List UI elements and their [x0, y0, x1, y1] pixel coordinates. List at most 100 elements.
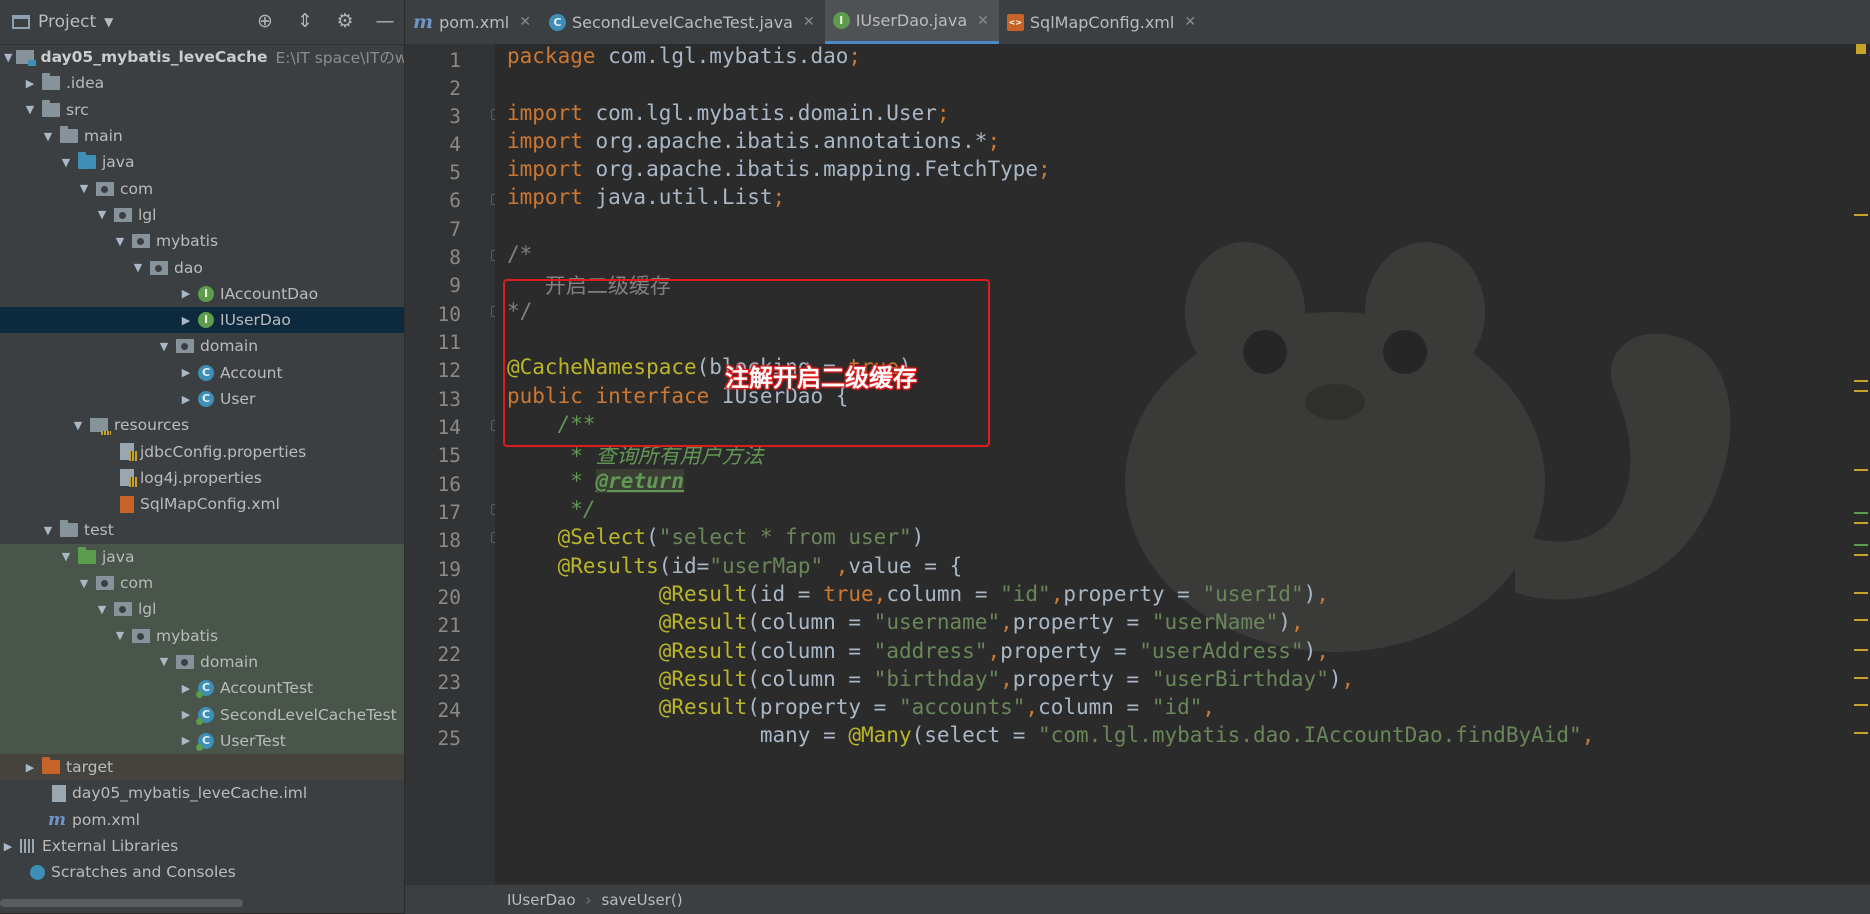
- warning-mark[interactable]: [1854, 732, 1868, 734]
- tree-item-scratches[interactable]: Scratches and Consoles: [0, 859, 404, 885]
- line-number: 21: [437, 614, 461, 637]
- tree-item-usertest[interactable]: ▶ C UserTest: [0, 727, 404, 755]
- tree-item-target[interactable]: ▶ target: [0, 754, 404, 781]
- properties-file-icon: [120, 443, 137, 462]
- tree-item-java-test[interactable]: ▼ java: [0, 543, 404, 570]
- tree-item-sqlmapconfig[interactable]: SqlMapConfig.xml: [0, 491, 404, 517]
- expand-arrow-icon[interactable]: ▼: [112, 235, 128, 248]
- expand-arrow-icon[interactable]: ▼: [40, 524, 56, 537]
- close-icon[interactable]: ✕: [519, 14, 531, 30]
- tree-item-account[interactable]: ▶ C Account: [0, 360, 404, 386]
- inspection-status-icon[interactable]: [1856, 44, 1866, 54]
- collapsed-arrow-icon[interactable]: ▶: [178, 393, 194, 406]
- module-path: E:\IT space\ITのword: [275, 49, 405, 68]
- warning-mark[interactable]: [1854, 469, 1868, 471]
- expand-arrow-icon[interactable]: ▼: [58, 156, 74, 169]
- code-editor[interactable]: package com.lgl.mybatis.dao; import com.…: [495, 44, 1855, 884]
- tree-item-jdbcconfig[interactable]: jdbcConfig.properties: [0, 438, 404, 464]
- collapse-all-icon[interactable]: ⇕: [294, 10, 316, 32]
- close-icon[interactable]: ✕: [803, 14, 815, 30]
- line-number: 23: [437, 671, 461, 694]
- expand-arrow-icon[interactable]: ▼: [4, 51, 12, 64]
- breadcrumb-item-saveuser[interactable]: saveUser(): [602, 891, 683, 909]
- tree-item-user[interactable]: ▶ C User: [0, 386, 404, 412]
- error-stripe[interactable]: [1852, 44, 1870, 884]
- tree-item-domain[interactable]: ▼ domain: [0, 333, 404, 359]
- expand-arrow-icon[interactable]: ▼: [112, 629, 128, 642]
- tree-item-src[interactable]: ▼ src: [0, 97, 404, 123]
- warning-mark[interactable]: [1854, 380, 1868, 382]
- expand-arrow-icon[interactable]: ▼: [40, 130, 56, 143]
- collapsed-arrow-icon[interactable]: ▶: [178, 314, 194, 327]
- code-line: @Result(property = "accounts",column = "…: [658, 695, 1216, 719]
- tree-item-external-libraries[interactable]: ▶ External Libraries: [0, 833, 404, 859]
- minimize-icon[interactable]: —: [374, 10, 396, 32]
- tree-item-log4j[interactable]: log4j.properties: [0, 465, 404, 491]
- expand-arrow-icon[interactable]: ▼: [94, 208, 110, 221]
- tab-iuserdao[interactable]: I IUserDao.java ✕: [824, 0, 999, 44]
- horizontal-scrollbar[interactable]: [0, 899, 243, 907]
- warning-mark[interactable]: [1854, 554, 1868, 556]
- collapsed-arrow-icon[interactable]: ▶: [22, 761, 38, 774]
- tree-item-idea[interactable]: ▶ .idea: [0, 70, 404, 96]
- expand-arrow-icon[interactable]: ▼: [156, 655, 172, 668]
- warning-mark[interactable]: [1854, 649, 1868, 651]
- collapsed-arrow-icon[interactable]: ▶: [178, 287, 194, 300]
- tree-item-com-test[interactable]: ▼ com: [0, 569, 404, 597]
- expand-arrow-icon[interactable]: ▼: [76, 577, 92, 590]
- expand-arrow-icon[interactable]: ▼: [94, 603, 110, 616]
- warning-mark[interactable]: [1854, 214, 1868, 216]
- change-mark[interactable]: [1854, 512, 1868, 514]
- tree-item-iuserdao[interactable]: ▶ I IUserDao: [0, 306, 404, 334]
- close-icon[interactable]: ✕: [977, 13, 989, 29]
- warning-mark[interactable]: [1854, 522, 1868, 524]
- collapsed-arrow-icon[interactable]: ▶: [178, 734, 194, 747]
- collapsed-arrow-icon[interactable]: ▶: [178, 682, 194, 695]
- collapsed-arrow-icon[interactable]: ▶: [22, 77, 38, 90]
- tree-item-lgl[interactable]: ▼ lgl: [0, 202, 404, 228]
- line-number-gutter[interactable]: 1 2 3 4 5 6 7 8 9 10 11 12 13 14 15 16 1…: [405, 44, 502, 884]
- tree-item-module[interactable]: ▼ day05_mybatis_leveCache E:\IT space\IT…: [0, 44, 404, 70]
- tree-item-label: SqlMapConfig.xml: [140, 495, 280, 514]
- tab-sqlmapconfig[interactable]: <> SqlMapConfig.xml ✕: [999, 0, 1206, 44]
- tab-pom-xml[interactable]: m pom.xml ✕: [405, 0, 541, 44]
- tree-item-accounttest[interactable]: ▶ C AccountTest: [0, 675, 404, 702]
- expand-arrow-icon[interactable]: ▼: [58, 550, 74, 563]
- tree-item-main[interactable]: ▼ main: [0, 123, 404, 149]
- collapsed-arrow-icon[interactable]: ▶: [0, 840, 16, 853]
- warning-mark[interactable]: [1854, 619, 1868, 621]
- warning-mark[interactable]: [1854, 677, 1868, 679]
- tree-item-test[interactable]: ▼ test: [0, 517, 404, 543]
- warning-mark[interactable]: [1854, 592, 1868, 594]
- tree-item-iml[interactable]: day05_mybatis_leveCache.iml: [0, 780, 404, 806]
- expand-arrow-icon[interactable]: ▼: [70, 419, 86, 432]
- tree-item-java-main[interactable]: ▼ java: [0, 149, 404, 175]
- expand-arrow-icon[interactable]: ▼: [156, 340, 172, 353]
- gear-icon[interactable]: ⚙: [334, 10, 356, 32]
- tab-secondlevelcachetest[interactable]: C SecondLevelCacheTest.java ✕: [541, 0, 825, 44]
- close-icon[interactable]: ✕: [1184, 14, 1196, 30]
- collapsed-arrow-icon[interactable]: ▶: [178, 366, 194, 379]
- tree-item-mybatis[interactable]: ▼ mybatis: [0, 228, 404, 254]
- tree-item-mybatis-test[interactable]: ▼ mybatis: [0, 622, 404, 649]
- tree-item-pom[interactable]: m pom.xml: [0, 807, 404, 833]
- tree-item-resources[interactable]: ▼ resources: [0, 412, 404, 438]
- warning-mark[interactable]: [1854, 390, 1868, 392]
- tree-item-dao[interactable]: ▼ dao: [0, 254, 404, 280]
- tree-item-lgl-test[interactable]: ▼ lgl: [0, 596, 404, 623]
- expand-arrow-icon[interactable]: ▼: [76, 182, 92, 195]
- collapsed-arrow-icon[interactable]: ▶: [178, 708, 194, 721]
- editor-tabs: m pom.xml ✕ C SecondLevelCacheTest.java …: [405, 0, 1870, 45]
- locate-icon[interactable]: ⊕: [254, 10, 276, 32]
- tree-item-com[interactable]: ▼ com: [0, 175, 404, 201]
- project-view-selector[interactable]: Project: [38, 12, 96, 32]
- tree-item-domain-test[interactable]: ▼ domain: [0, 648, 404, 676]
- tree-item-secondlevelcachetest[interactable]: ▶ C SecondLevelCacheTest: [0, 701, 404, 728]
- breadcrumb-item-iuserdao[interactable]: IUserDao: [507, 891, 576, 909]
- tree-item-iaccountdao[interactable]: ▶ I IAccountDao: [0, 281, 404, 307]
- expand-arrow-icon[interactable]: ▼: [130, 261, 146, 274]
- expand-arrow-icon[interactable]: ▼: [22, 103, 38, 116]
- change-mark[interactable]: [1854, 544, 1868, 546]
- warning-mark[interactable]: [1854, 704, 1868, 706]
- chevron-down-icon[interactable]: ▼: [104, 15, 113, 29]
